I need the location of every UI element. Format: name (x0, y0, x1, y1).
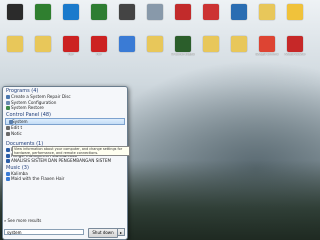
document-item[interactable]: ANALISIS SISTEM DAN PENGEMBANGAN SISTEM (3, 158, 127, 164)
app-icon (35, 4, 51, 20)
document-icon (6, 159, 10, 163)
notification-icon (6, 131, 10, 136)
desktop-icon[interactable] (34, 36, 52, 53)
start-menu: Programs (4) Create a System Repair Disc… (2, 86, 128, 240)
app-icon (91, 4, 107, 20)
app-icon (203, 36, 219, 52)
desktop-icon-label: PDF (96, 53, 102, 56)
desktop-icon[interactable] (258, 4, 276, 21)
document-icon (6, 153, 10, 158)
desktop-icon[interactable] (230, 36, 248, 53)
settings-icon (6, 126, 10, 130)
desktop-icon[interactable] (146, 36, 164, 53)
app-icon (259, 36, 275, 52)
shutdown-options-arrow-icon[interactable]: ▸ (117, 228, 125, 236)
config-icon (6, 100, 10, 105)
control-panel-item[interactable]: Notic (3, 131, 127, 137)
desktop-icon[interactable] (174, 4, 192, 21)
app-icon (175, 4, 191, 20)
desktop-icon[interactable]: Adobe Reader (284, 36, 306, 56)
app-icon (91, 36, 107, 52)
music-item[interactable]: Maid with the Flaxen Hair (3, 176, 127, 182)
document-icon (6, 148, 10, 152)
app-icon (231, 36, 247, 52)
desktop-icon[interactable] (6, 36, 24, 53)
app-icon (147, 4, 163, 20)
desktop-icon[interactable]: PDF (90, 36, 108, 56)
desktop-icon[interactable] (62, 4, 80, 21)
shutdown-button[interactable]: Shut down (88, 228, 118, 238)
desktop-icon-label: PDF (68, 53, 74, 56)
app-icon (7, 36, 23, 52)
app-icon (63, 4, 79, 20)
app-icon (203, 4, 219, 20)
programs-header[interactable]: Programs (4) (3, 87, 127, 94)
desktop-icon[interactable]: Google Chrome (255, 36, 279, 56)
desktop-icon[interactable] (6, 4, 24, 21)
music-header[interactable]: Music (3) (3, 164, 127, 171)
desktop-icon-label: Adobe Reader (284, 53, 306, 56)
app-icon (287, 36, 303, 52)
desktop-icon[interactable]: AI Quran Digital (171, 36, 195, 56)
desktop-icon[interactable] (286, 4, 304, 21)
app-icon (119, 4, 135, 20)
repair-disc-icon (6, 95, 10, 99)
app-icon (259, 4, 275, 20)
program-item[interactable]: System Restore (3, 105, 127, 111)
desktop-icon[interactable] (34, 4, 52, 21)
desktop-icon[interactable] (118, 4, 136, 21)
app-icon (119, 36, 135, 52)
control-panel-item-system[interactable]: System (5, 117, 125, 125)
app-icon (231, 4, 247, 20)
app-icon (147, 36, 163, 52)
control-panel-header[interactable]: Control Panel (48) (3, 111, 127, 118)
desktop-icon[interactable] (202, 4, 220, 21)
music-icon (6, 171, 10, 176)
desktop-icon-label: Google Chrome (255, 53, 279, 56)
desktop-icon[interactable] (90, 4, 108, 21)
desktop-icon[interactable] (230, 4, 248, 21)
app-icon (35, 36, 51, 52)
restore-icon (6, 106, 10, 110)
desktop-icon[interactable] (146, 4, 164, 21)
desktop-icon[interactable] (118, 36, 136, 53)
app-icon (287, 4, 303, 20)
desktop-icon[interactable]: PDF (62, 36, 80, 56)
music-icon (6, 177, 10, 181)
desktop-icon[interactable] (202, 36, 220, 53)
start-search-input[interactable]: system (4, 229, 84, 235)
desktop-icon-label: AI Quran Digital (171, 53, 195, 56)
system-tooltip: View information about your computer, an… (12, 146, 130, 156)
see-more-results-link[interactable]: ⌕ See more results (4, 218, 41, 223)
computer-icon (9, 119, 13, 124)
app-icon (63, 36, 79, 52)
app-icon (175, 36, 191, 52)
app-icon (7, 4, 23, 20)
